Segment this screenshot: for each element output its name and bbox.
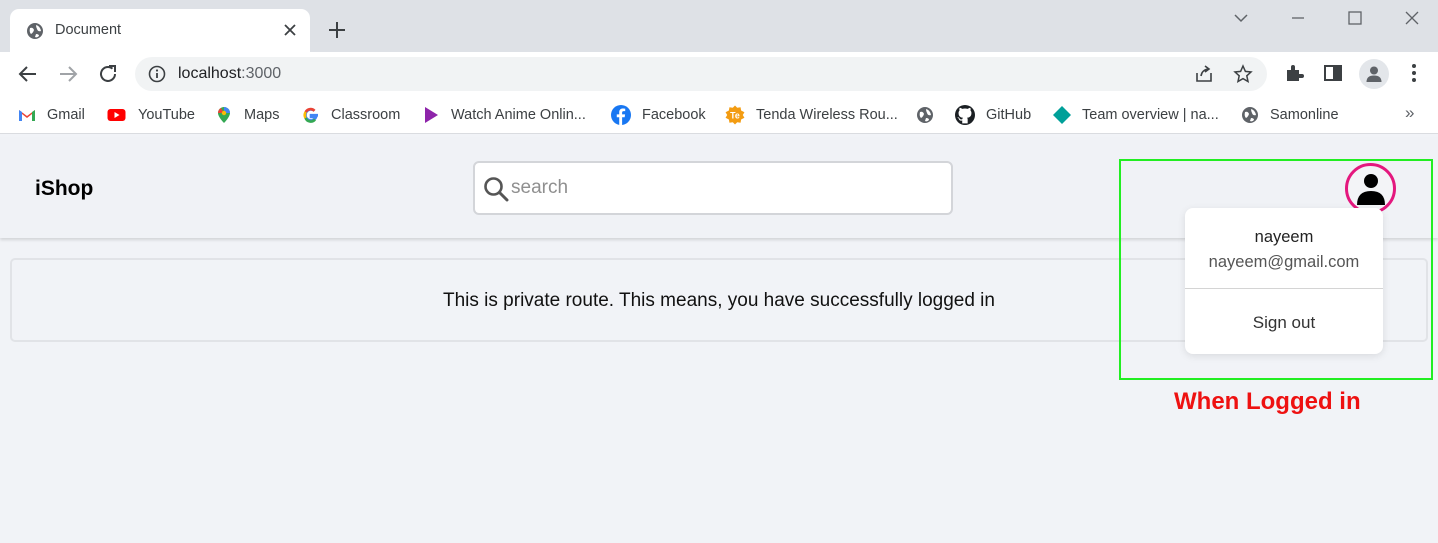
bookmarks-bar: Gmail YouTube Maps Classroom Watch Anime… [0,96,1438,134]
info-icon[interactable] [148,65,166,83]
svg-text:Te: Te [730,110,740,120]
forward-icon[interactable] [56,62,80,86]
browser-toolbar: localhost:3000 [0,52,1438,96]
globe-icon [27,23,43,39]
bookmarks-overflow-button[interactable]: » [1405,103,1414,123]
close-icon[interactable] [280,20,300,40]
sign-out-button[interactable]: Sign out [1185,313,1383,333]
side-panel-icon[interactable] [1322,62,1344,84]
window-close-icon[interactable] [1402,8,1422,28]
search-icon [484,177,509,202]
bookmark-github[interactable]: GitHub [955,105,1031,125]
tab-title: Document [55,22,122,38]
tenda-icon: Te [725,105,745,125]
user-avatar-button[interactable] [1345,163,1396,214]
star-icon[interactable] [1233,64,1253,84]
search-bar[interactable] [473,161,953,215]
github-icon [955,105,975,125]
globe-icon [917,107,933,123]
minimize-icon[interactable] [1288,8,1308,28]
facebook-icon [611,105,631,125]
bookmark-samonline[interactable]: Samonline [1241,105,1339,125]
bookmark-youtube[interactable]: YouTube [106,105,195,125]
maps-icon [218,107,230,123]
google-icon [303,107,318,123]
reload-icon[interactable] [96,62,120,86]
url-text[interactable]: localhost:3000 [178,65,281,83]
annotation-label: When Logged in [1174,388,1361,415]
gmail-icon [19,110,35,121]
menu-kebab-icon[interactable] [1403,62,1425,84]
tab-search-icon[interactable] [1231,8,1251,28]
bookmark-classroom[interactable]: Classroom [302,105,400,125]
play-icon [425,107,438,123]
globe-icon [1242,107,1258,123]
browser-tab[interactable]: Document [10,9,310,52]
back-icon[interactable] [16,62,40,86]
person-icon [1366,66,1382,82]
bookmark-facebook[interactable]: Facebook [611,105,706,125]
user-name: nayeem [1254,228,1314,246]
extensions-icon[interactable] [1283,62,1305,84]
address-bar[interactable]: localhost:3000 [135,57,1267,91]
bookmark-tenda[interactable]: Te Tenda Wireless Rou... [725,105,898,125]
bookmark-globe[interactable] [916,105,945,125]
maximize-icon[interactable] [1345,8,1365,28]
user-dropdown-menu: nayeem nayeem@gmail.com Sign out [1185,208,1383,354]
new-tab-icon[interactable] [326,19,348,41]
menu-divider [1185,288,1383,289]
diamond-icon [1053,106,1071,124]
bookmark-watch-anime[interactable]: Watch Anime Onlin... [422,105,586,125]
youtube-icon [107,109,126,121]
search-input[interactable] [511,174,931,202]
user-icon [1357,174,1385,205]
share-icon[interactable] [1194,64,1214,84]
bookmark-gmail[interactable]: Gmail [18,105,85,125]
user-email: nayeem@gmail.com [1208,253,1360,271]
brand-logo[interactable]: iShop [35,177,93,201]
bookmark-team-overview[interactable]: Team overview | na... [1053,105,1219,125]
profile-button[interactable] [1359,59,1389,89]
browser-tab-strip: Document [0,0,1438,52]
bookmark-maps[interactable]: Maps [215,105,279,125]
